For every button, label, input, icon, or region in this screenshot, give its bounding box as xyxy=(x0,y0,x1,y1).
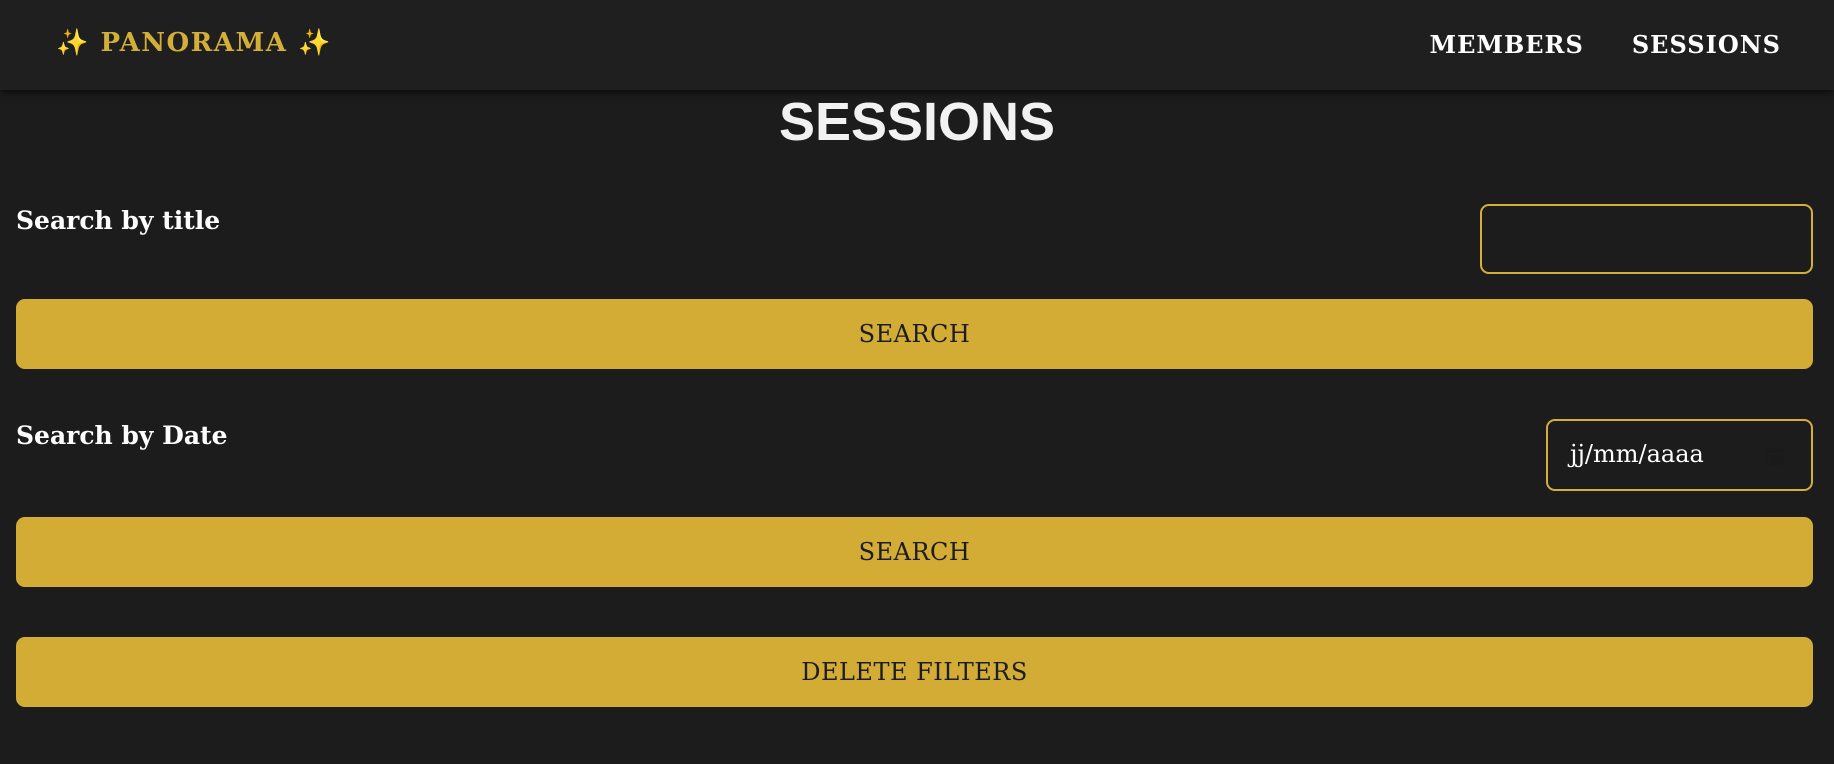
top-navbar: ✨ PANORAMA ✨ MEMBERS SESSIONS xyxy=(0,0,1834,90)
search-by-title-label: Search by title xyxy=(16,206,221,235)
nav-link-members[interactable]: MEMBERS xyxy=(1430,30,1584,59)
search-title-button[interactable]: SEARCH xyxy=(16,299,1813,369)
nav-link-sessions[interactable]: SESSIONS xyxy=(1632,30,1781,59)
brand-name: PANORAMA xyxy=(100,28,288,58)
date-placeholder: jj/mm/aaaa xyxy=(1570,440,1704,468)
sparkle-icon: ✨ xyxy=(297,28,332,58)
search-by-date-label: Search by Date xyxy=(16,421,228,450)
page-title: SESSIONS xyxy=(778,92,1056,152)
sparkle-icon: ✨ xyxy=(56,28,90,58)
delete-filters-button[interactable]: DELETE FILTERS xyxy=(16,637,1813,707)
search-title-input[interactable] xyxy=(1480,204,1813,274)
nav-links: MEMBERS SESSIONS xyxy=(1430,30,1781,59)
brand-logo[interactable]: ✨ PANORAMA ✨ xyxy=(56,28,332,58)
search-date-button[interactable]: SEARCH xyxy=(16,517,1813,587)
search-date-input[interactable]: jj/mm/aaaa xyxy=(1546,419,1813,491)
calendar-icon[interactable] xyxy=(1765,446,1785,466)
